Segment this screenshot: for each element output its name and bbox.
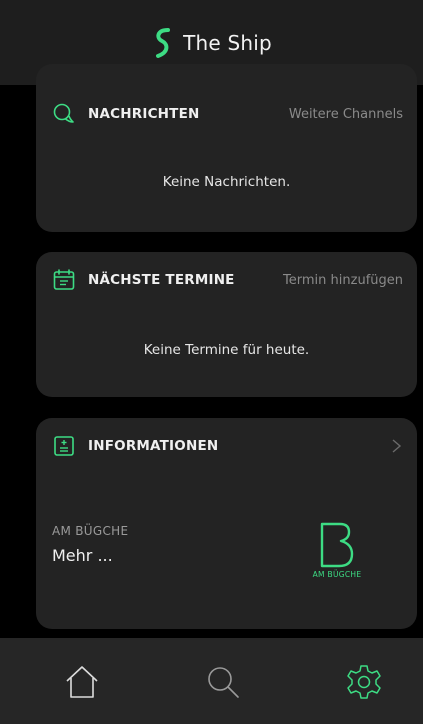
appointments-card-header: NÄCHSTE TERMINE Termin hinzufügen — [52, 252, 403, 308]
brand-b-icon — [320, 522, 354, 568]
information-card[interactable]: INFORMATIONEN AM BÜGCHE Mehr ... AM BÜGC… — [36, 418, 417, 629]
search-icon — [208, 667, 239, 698]
calendar-icon — [53, 269, 75, 290]
am-buegche-logo: AM BÜGCHE — [304, 522, 370, 584]
chevron-right-icon[interactable] — [389, 437, 403, 455]
appointments-card: NÄCHSTE TERMINE Termin hinzufügen Keine … — [36, 252, 417, 397]
add-appointment-link[interactable]: Termin hinzufügen — [283, 273, 403, 288]
info-more-link[interactable]: Mehr ... — [52, 546, 113, 565]
nav-search-button[interactable] — [199, 658, 247, 706]
brand-caption: AM BÜGCHE — [312, 570, 362, 579]
information-card-title: INFORMATIONEN — [88, 438, 219, 454]
home-icon — [66, 666, 98, 698]
chat-bubble-icon — [53, 103, 74, 123]
appointments-empty-text: Keine Termine für heute. — [143, 342, 310, 358]
messages-card-title: NACHRICHTEN — [88, 106, 200, 122]
nav-home-button[interactable] — [58, 658, 106, 706]
nav-settings-button[interactable] — [340, 658, 388, 706]
more-channels-link[interactable]: Weitere Channels — [289, 107, 403, 122]
appointments-card-title: NÄCHSTE TERMINE — [88, 272, 235, 288]
info-item-label: AM BÜGCHE — [52, 524, 129, 538]
ship-logo-icon — [156, 27, 171, 58]
messages-empty-text: Keine Nachrichten. — [162, 174, 291, 190]
info-list-icon — [54, 436, 74, 456]
messages-card: NACHRICHTEN Weitere Channels Keine Nachr… — [36, 64, 417, 232]
information-card-header: INFORMATIONEN — [52, 418, 403, 474]
bottom-navigation — [0, 638, 423, 724]
messages-card-header: NACHRICHTEN Weitere Channels — [52, 86, 403, 142]
app-screen: The Ship NACHRICHTEN Weitere Channels Ke… — [0, 0, 423, 724]
app-title: The Ship — [183, 30, 272, 55]
settings-gear-icon — [347, 665, 381, 699]
